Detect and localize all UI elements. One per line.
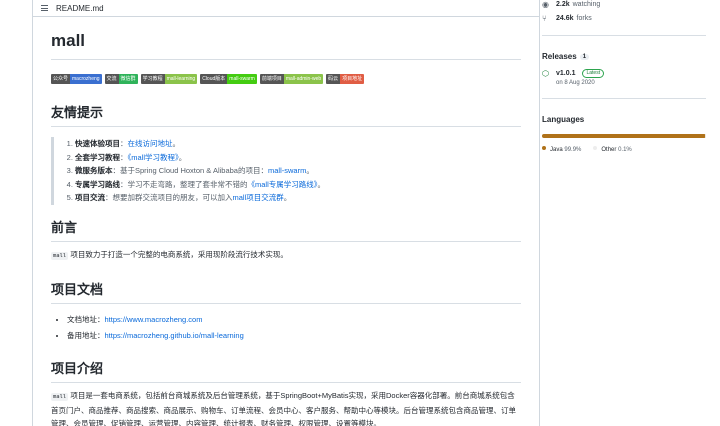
heading-preface: 前言	[51, 217, 521, 242]
sidebar: ◉ 2.2k watching ⑂ 24.6k forks Releases 1 ⬡ …	[542, 0, 706, 426]
language-list: Java 99.9% Other 0.1%	[542, 146, 706, 153]
list-item: 快速体验项目：在线访问地址。	[75, 137, 521, 151]
link-tutorial[interactable]: 《mall学习教程》	[128, 153, 179, 162]
languages-title: Languages	[542, 115, 585, 124]
link-group[interactable]: mall项目交流群	[233, 193, 284, 202]
release-date: on 8 Aug 2020	[556, 80, 595, 86]
repo-title: mall	[51, 31, 521, 60]
eye-icon: ◉	[542, 0, 549, 9]
docs-list: 文档地址：https://www.macrozheng.com 备用地址：htt…	[51, 312, 521, 344]
list-item: 文档地址：https://www.macrozheng.com	[67, 312, 521, 328]
list-item: 微服务版本：基于Spring Cloud Hoxton & Alibaba的项目…	[75, 164, 521, 178]
list-item: 备用地址：https://macrozheng.github.io/mall-l…	[67, 328, 521, 344]
list-item: 全套学习教程：《mall学习教程》。	[75, 151, 521, 165]
about-text: mall 项目是一套电商系统，包括前台商城系统及后台管理系统，基于SpringB…	[51, 390, 516, 426]
watching-row[interactable]: ◉ 2.2k watching	[542, 0, 706, 11]
language-bar	[542, 134, 706, 138]
readme-filename: README.md	[56, 3, 104, 13]
list-item: 专属学习路线：学习不走弯路，整理了套非常不错的《mall专属学习路线》。	[75, 178, 521, 192]
release-item[interactable]: ⬡ v1.0.1 Latest	[542, 67, 706, 80]
link-learning-path[interactable]: 《mall专属学习路线》	[248, 180, 318, 189]
list-icon[interactable]	[41, 5, 48, 11]
link-docs-mirror[interactable]: https://macrozheng.github.io/mall-learni…	[105, 331, 244, 340]
badge-mall-swarm[interactable]: Cloud版本 mall-swarm	[200, 74, 257, 84]
readme-header: README.md	[33, 0, 539, 17]
list-item: 项目交流：想要加群交流项目的朋友，可以加入mall项目交流群。	[75, 191, 521, 205]
heading-about: 项目介绍	[51, 358, 521, 383]
forks-row[interactable]: ⑂ 24.6k forks	[542, 12, 706, 25]
badge-gitee[interactable]: 码云 项目地址	[326, 74, 365, 84]
tag-icon: ⬡	[542, 69, 549, 78]
latest-badge: Latest	[582, 69, 605, 78]
tips-quote: 快速体验项目：在线访问地址。 全套学习教程：《mall学习教程》。 微服务版本：…	[51, 137, 521, 205]
readme-panel: README.md mall 公众号 macrozheng 交流 微信群 学习教程 m…	[32, 0, 540, 426]
heading-docs: 项目文档	[51, 279, 521, 304]
badge-wechat-group[interactable]: 交流 微信群	[104, 74, 138, 84]
fork-icon: ⑂	[542, 14, 547, 23]
language-java[interactable]: Java 99.9%	[542, 146, 581, 153]
language-other[interactable]: Other 0.1%	[593, 146, 632, 153]
link-mall-swarm[interactable]: mall-swarm	[268, 166, 306, 175]
link-docs[interactable]: https://www.macrozheng.com	[105, 315, 203, 324]
heading-tips: 友情提示	[51, 102, 521, 127]
releases-count: 1	[579, 53, 590, 60]
badge-mall-admin-web[interactable]: 前端项目 mall-admin-web	[259, 74, 324, 84]
releases-title[interactable]: Releases 1	[542, 52, 706, 61]
badge-mall-learning[interactable]: 学习教程 mall-learning	[140, 74, 198, 84]
link-demo[interactable]: 在线访问地址	[128, 139, 173, 148]
badge-macrozheng[interactable]: 公众号 macrozheng	[51, 74, 102, 84]
preface-text: mall 项目致力于打造一个完整的电商系统，采用现阶段流行技术实现。	[51, 249, 288, 260]
badge-row: 公众号 macrozheng 交流 微信群 学习教程 mall-learning Cl…	[51, 74, 521, 84]
